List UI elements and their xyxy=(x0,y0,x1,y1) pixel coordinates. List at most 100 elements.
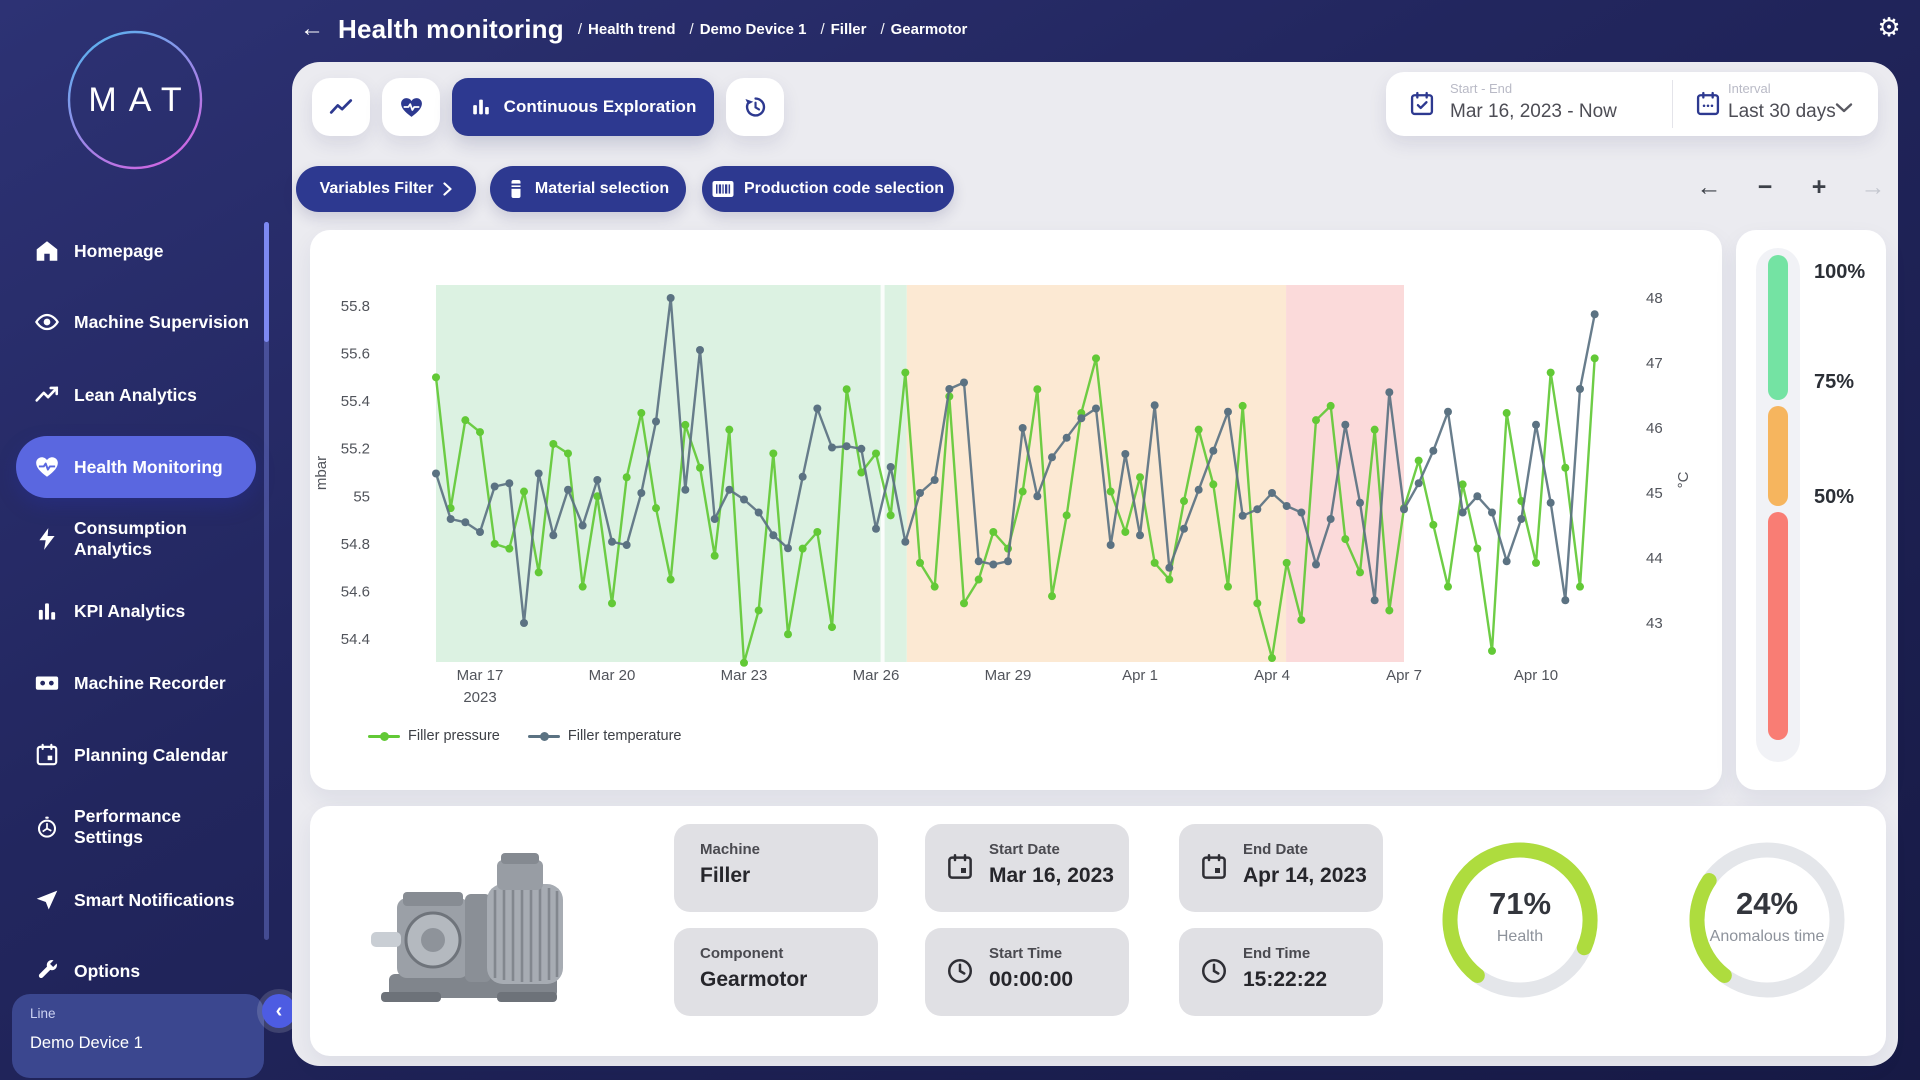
material-selection-button[interactable]: Material selection xyxy=(490,166,686,212)
scale-label-75: 75% xyxy=(1814,371,1880,394)
history-icon xyxy=(742,94,768,120)
svg-text:54.8: 54.8 xyxy=(341,536,370,553)
continuous-exploration-label: Continuous Exploration xyxy=(504,97,697,117)
page-title: Health monitoring xyxy=(338,14,564,45)
trend-up-icon xyxy=(34,382,60,408)
temperature-series-marker xyxy=(528,735,560,738)
wrench-icon xyxy=(34,958,60,984)
gear-icon: ⚙ xyxy=(1877,12,1900,42)
svg-text:Mar 20: Mar 20 xyxy=(589,667,636,684)
sidebar-collapse-button[interactable]: ‹ xyxy=(262,994,296,1028)
start-date-tile: Start Date Mar 16, 2023 xyxy=(925,824,1129,912)
sidebar-item-performance-settings[interactable]: Performance Settings xyxy=(24,799,270,855)
scale-segment-red xyxy=(1768,512,1788,740)
sidebar-item-kpi-analytics[interactable]: KPI Analytics xyxy=(24,583,270,639)
continuous-exploration-tab[interactable]: Continuous Exploration xyxy=(452,78,714,136)
lightning-icon xyxy=(34,526,60,552)
clock-icon xyxy=(945,956,975,986)
svg-text:44: 44 xyxy=(1646,550,1663,567)
production-code-selection-button[interactable]: Production code selection xyxy=(702,166,954,212)
svg-text:46: 46 xyxy=(1646,420,1663,437)
pan-left-button[interactable]: ← xyxy=(1690,168,1728,206)
sidebar: MAT Homepage Machine Supervision Lean An… xyxy=(0,0,292,1080)
variables-filter-button[interactable]: Variables Filter xyxy=(296,166,476,212)
clock-icon xyxy=(1199,956,1229,986)
zoom-in-button[interactable]: + xyxy=(1800,168,1838,206)
start-end-picker[interactable]: Start - End Mar 16, 2023 - Now xyxy=(1386,72,1672,136)
svg-text:°C: °C xyxy=(1675,471,1692,488)
region-healthy-zone xyxy=(436,285,907,662)
svg-text:Apr 10: Apr 10 xyxy=(1514,667,1558,684)
heart-pulse-icon xyxy=(34,454,60,480)
zoom-out-button[interactable]: − xyxy=(1746,168,1784,206)
barcode-icon xyxy=(712,180,734,198)
interval-label: Interval xyxy=(1728,81,1771,96)
history-button[interactable] xyxy=(726,78,784,136)
health-gauge: 71% Health xyxy=(1432,832,1608,1008)
sidebar-item-homepage[interactable]: Homepage xyxy=(24,223,270,279)
svg-text:Apr 4: Apr 4 xyxy=(1254,667,1290,684)
paper-plane-icon xyxy=(34,887,60,913)
svg-text:55: 55 xyxy=(353,488,370,505)
bar-chart-icon xyxy=(470,96,492,118)
legend-filler-pressure[interactable]: Filler pressure xyxy=(368,728,500,744)
sidebar-item-lean-analytics[interactable]: Lean Analytics xyxy=(24,367,270,423)
home-icon xyxy=(34,238,60,264)
interval-select[interactable]: Interval Last 30 days xyxy=(1673,72,1878,136)
anomalous-time-gauge: 24% Anomalous time xyxy=(1679,832,1855,1008)
svg-text:48: 48 xyxy=(1646,290,1663,307)
start-end-label: Start - End xyxy=(1450,81,1512,96)
anomalous-label: Anomalous time xyxy=(1679,928,1855,946)
filter-row: Variables Filter Material selection Prod… xyxy=(292,166,1898,216)
sidebar-scrollbar-thumb[interactable] xyxy=(264,222,269,342)
line-device-selector[interactable]: Line Demo Device 1 xyxy=(12,994,264,1078)
sidebar-item-options[interactable]: Options xyxy=(24,943,270,999)
breadcrumb-gearmotor[interactable]: /Gearmotor xyxy=(880,21,967,38)
scale-segment-green xyxy=(1768,255,1788,400)
material-jar-icon xyxy=(507,179,525,199)
arrow-left-icon: ← xyxy=(1697,173,1722,202)
bar-chart-icon xyxy=(34,598,60,624)
svg-text:55.4: 55.4 xyxy=(341,393,370,410)
breadcrumb-demo-device[interactable]: /Demo Device 1 xyxy=(690,21,807,38)
component-tile: Component Gearmotor xyxy=(674,928,878,1016)
settings-button[interactable]: ⚙ xyxy=(1872,10,1906,44)
sidebar-item-consumption-analytics[interactable]: Consumption Analytics xyxy=(24,511,270,567)
app-window: MAT Homepage Machine Supervision Lean An… xyxy=(0,0,1920,1080)
breadcrumb-filler[interactable]: /Filler xyxy=(820,21,866,38)
chevron-left-icon: ‹ xyxy=(276,1000,283,1023)
sidebar-item-planning-calendar[interactable]: Planning Calendar xyxy=(24,727,270,783)
sidebar-item-health-monitoring[interactable]: Health Monitoring xyxy=(16,436,256,498)
svg-text:43: 43 xyxy=(1646,615,1663,632)
trend-view-button[interactable] xyxy=(312,78,370,136)
health-chart-svg: 55.855.655.455.25554.854.654.44847464544… xyxy=(310,230,1722,790)
sidebar-item-machine-supervision[interactable]: Machine Supervision xyxy=(24,294,270,350)
eye-icon xyxy=(34,309,60,335)
back-button[interactable]: ← xyxy=(300,15,324,43)
component-value: Gearmotor xyxy=(700,968,807,992)
calendar-check-icon xyxy=(1408,90,1436,118)
svg-text:54.4: 54.4 xyxy=(341,631,370,648)
svg-text:Mar 17: Mar 17 xyxy=(457,667,504,684)
anomalous-percent: 24% xyxy=(1679,886,1855,922)
legend-filler-temperature[interactable]: Filler temperature xyxy=(528,728,682,744)
stopwatch-icon xyxy=(34,814,60,840)
sidebar-item-smart-notifications[interactable]: Smart Notifications xyxy=(24,872,270,928)
component-details-card: Machine Filler Start Date Mar 16, 2023 E… xyxy=(310,806,1886,1056)
pressure-series-marker xyxy=(368,735,400,738)
health-view-button[interactable] xyxy=(382,78,440,136)
svg-text:2023: 2023 xyxy=(463,689,496,706)
calendar-icon xyxy=(34,742,60,768)
end-time-tile: End Time 15:22:22 xyxy=(1179,928,1383,1016)
start-time-value: 00:00:00 xyxy=(989,968,1073,992)
chevron-right-icon xyxy=(443,182,452,196)
chart-legend: Filler pressure Filler temperature xyxy=(368,728,681,744)
scale-label-50: 50% xyxy=(1814,486,1880,509)
breadcrumb-health-trend[interactable]: /Health trend xyxy=(578,21,676,38)
sidebar-scrollbar[interactable] xyxy=(264,222,269,940)
pan-right-button[interactable]: → xyxy=(1854,168,1892,206)
svg-text:55.8: 55.8 xyxy=(341,298,370,315)
svg-text:Mar 23: Mar 23 xyxy=(721,667,768,684)
sidebar-item-machine-recorder[interactable]: Machine Recorder xyxy=(24,655,270,711)
line-device-value: Demo Device 1 xyxy=(30,1034,143,1053)
